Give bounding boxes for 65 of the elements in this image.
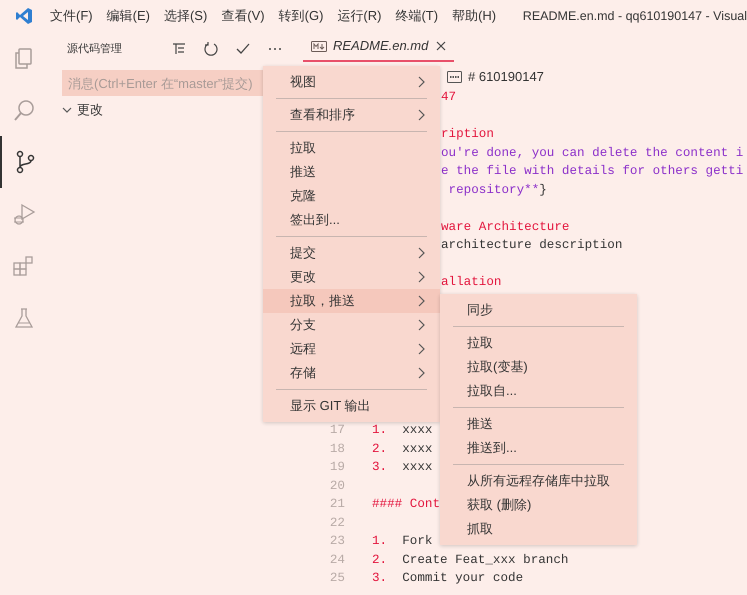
menu-bar-item[interactable]: 编辑(E) [100,6,157,26]
menu-item[interactable]: 推送 [440,412,637,436]
menu-item[interactable]: 显示 GIT 输出 [263,394,440,418]
menu-bar-item[interactable]: 转到(G) [272,6,330,26]
menu-bar-item[interactable]: 终端(T) [388,6,446,26]
menu-item[interactable]: 推送到... [440,436,637,460]
code-line: 47 [441,89,456,106]
menu-bar-item[interactable]: 查看(V) [214,6,272,26]
menu-item[interactable]: 拉取(变基) [440,355,637,379]
menu-item[interactable]: 更改 [263,265,440,289]
menu-item[interactable]: 克隆 [263,184,440,208]
line-number: 24 [328,552,345,568]
menu-item[interactable]: 拉取，推送 [263,289,440,313]
menu-item[interactable]: 远程 [263,337,440,361]
list-view-icon[interactable] [171,41,187,57]
menu-bar-item[interactable]: 运行(R) [330,6,388,26]
line-number: 19 [328,459,345,476]
code-line: 1. xxxx [372,422,432,439]
menu-item[interactable]: 签出到... [263,208,440,232]
menu-item[interactable]: 同步 [440,298,637,322]
line-number: 22 [328,514,345,532]
markdown-icon [311,40,327,52]
menu-bar-item[interactable]: 选择(S) [156,6,214,26]
refresh-icon[interactable] [203,41,219,57]
code-line: allation [441,274,502,291]
line-number: 17 [328,422,345,439]
menu-item[interactable]: 存储 [263,361,440,385]
code-line: e the file with details for others getti [441,163,744,180]
code-line: architecture description [441,237,622,254]
line-number: 25 [328,570,345,587]
menu-item[interactable]: 推送 [263,160,440,184]
code-line: 3. Commit your code [372,570,524,587]
sidebar-title: 源代码管理 [67,42,122,57]
menu-item[interactable]: 从所有远程存储库中拉取 [440,469,637,493]
spelling-icon [447,71,462,83]
line-number: 21 [328,496,345,513]
breadcrumb-item[interactable]: # 610190147 [468,67,544,87]
menu-item[interactable]: 提交 [263,241,440,265]
code-line: ou're done, you can delete the content i [441,144,744,162]
code-line: 3. xxxx [372,459,432,476]
code-line: ware Architecture [441,218,570,236]
line-number: 18 [328,440,345,458]
menu-item[interactable]: 拉取 [263,136,440,160]
close-icon[interactable] [436,41,446,51]
code-line: ription [441,126,494,143]
menu-item[interactable]: 查看和排序 [263,103,440,127]
line-number: 20 [328,478,345,494]
window-title: README.en.md - qq610190147 - Visual [522,8,747,25]
menu-item[interactable]: 抓取 [440,517,637,541]
tab-label: README.en.md [333,37,428,56]
menu-item[interactable]: 获取 (删除) [440,493,637,517]
code-line: #### Cont [372,496,440,513]
line-number: 23 [328,533,345,550]
tree-item[interactable]: 更改 [77,100,103,120]
menu-item[interactable]: 分支 [263,313,440,337]
menu-item[interactable]: 拉取 [440,331,637,355]
menu-item[interactable]: 拉取自... [440,379,637,403]
menu-bar-item[interactable]: 文件(F) [43,6,100,26]
editor-tab[interactable]: README.en.md [303,32,454,62]
code-line: 2. Create Feat_xxx branch [372,552,568,568]
menu-bar-item[interactable]: 帮助(H) [445,6,504,26]
code-line: 2. xxxx [372,440,432,458]
code-line: repository**} [448,182,547,198]
app-logo-icon [15,7,33,25]
code-line: 1. Fork [372,533,432,550]
